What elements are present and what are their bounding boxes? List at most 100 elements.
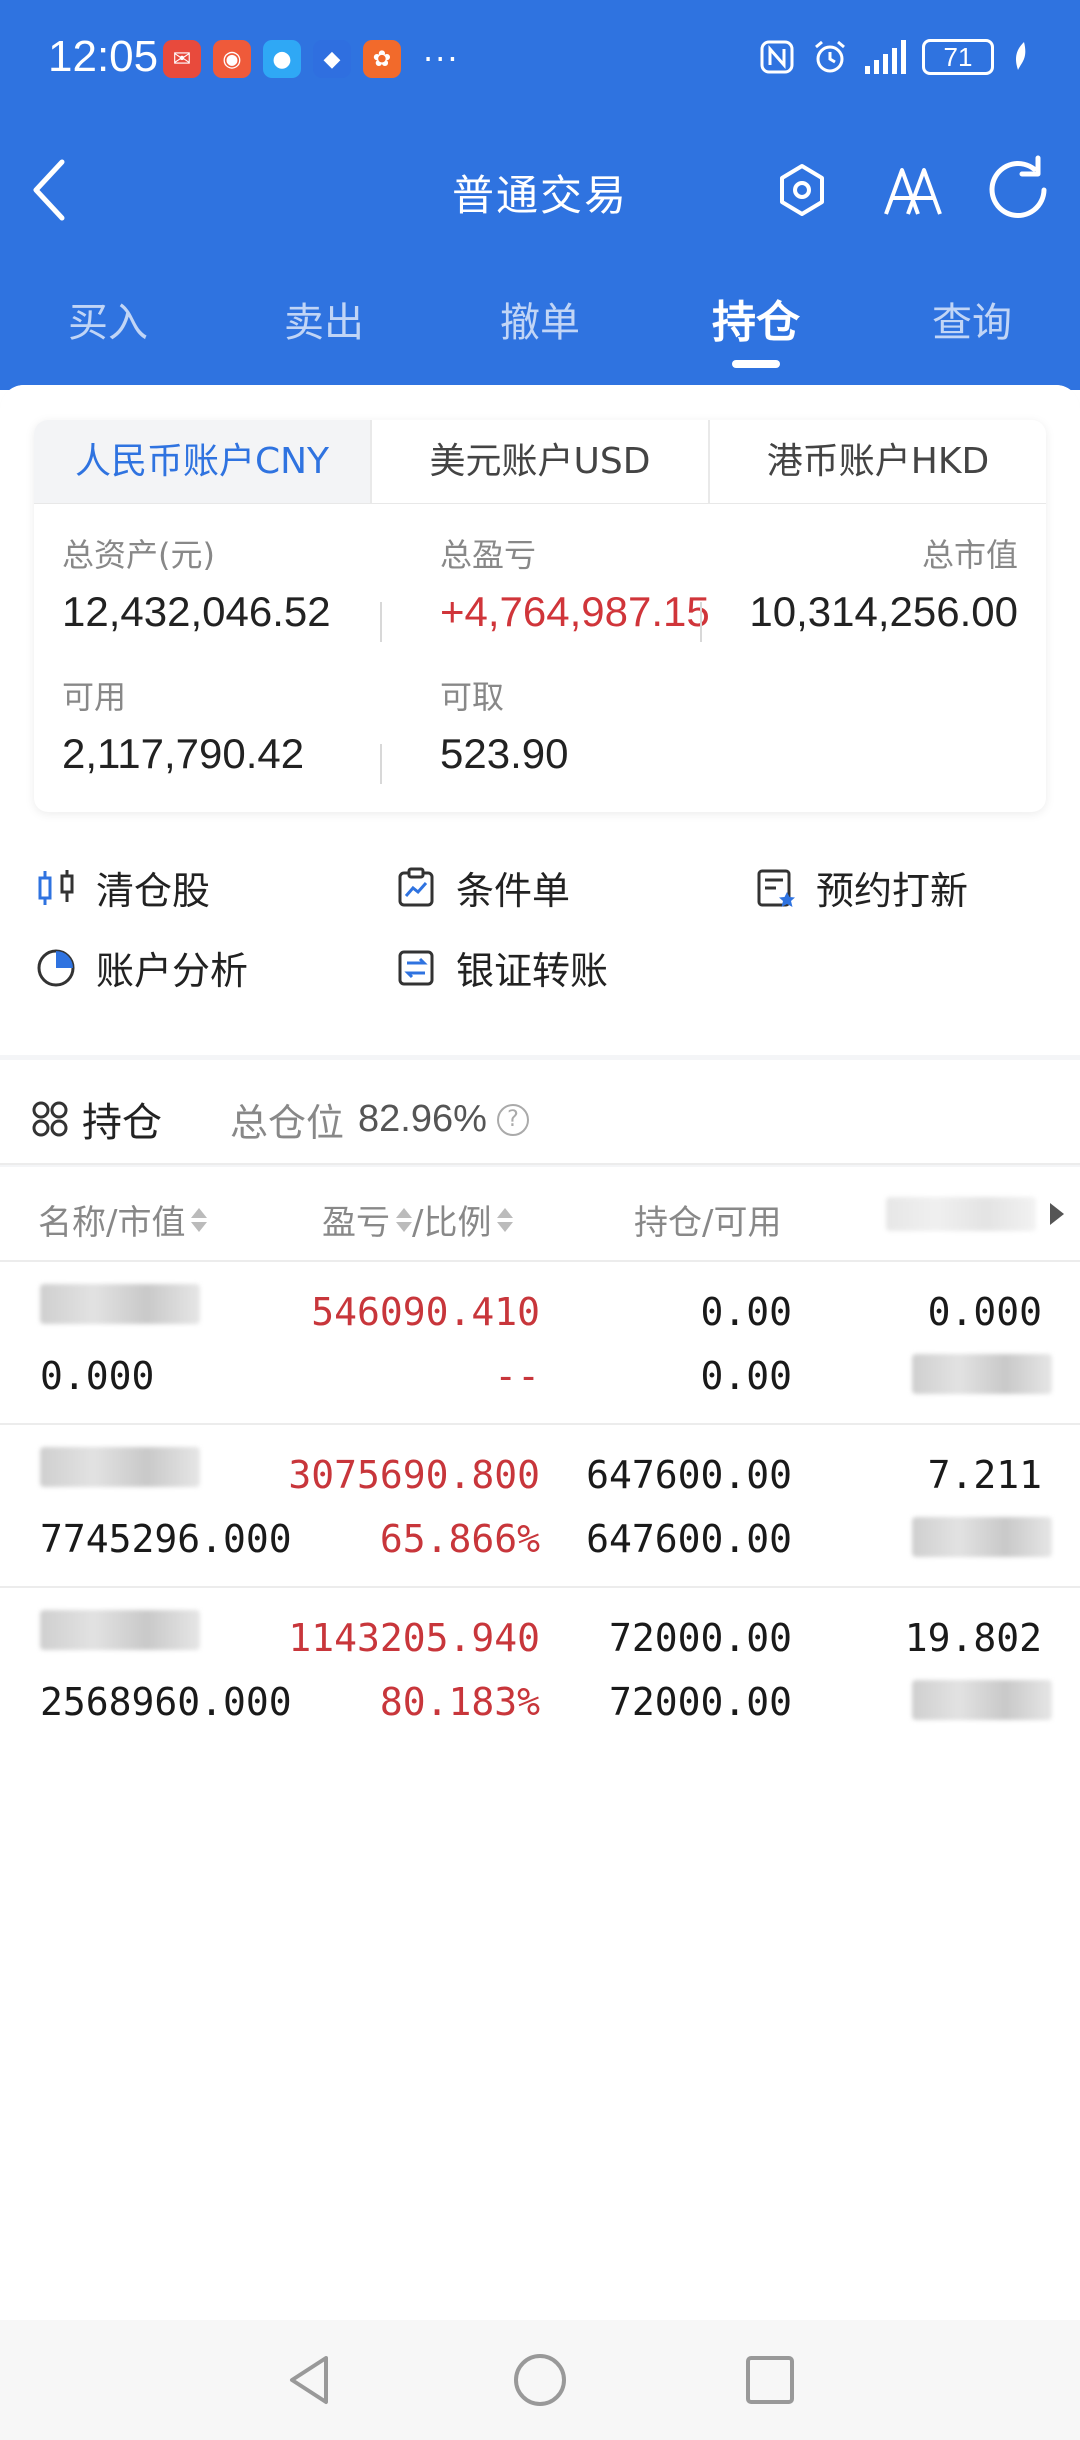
tab-holdings[interactable]: 持仓 bbox=[648, 270, 864, 380]
conditional-order-label: 条件单 bbox=[456, 869, 571, 913]
refresh-icon[interactable] bbox=[978, 150, 1058, 230]
total-pnl-value: +4,764,987.15 bbox=[440, 588, 710, 635]
withdrawable-funds: 可取 523.90 bbox=[440, 672, 568, 778]
tab-query[interactable]: 查询 bbox=[864, 270, 1080, 380]
available-funds: 可用 2,117,790.42 bbox=[62, 672, 304, 778]
column-quantity-label: 持仓/可用 bbox=[634, 1203, 782, 1243]
holding-available: 0.00 bbox=[700, 1354, 792, 1398]
tab-sell[interactable]: 卖出 bbox=[216, 270, 432, 380]
column-name-value[interactable]: 名称/市值 bbox=[38, 1195, 208, 1244]
ipo-subscribe-button[interactable]: 预约打新 bbox=[754, 860, 968, 915]
grid-icon bbox=[32, 1101, 68, 1137]
more-notifications-icon: ··· bbox=[423, 40, 460, 78]
tab-hkd-account[interactable]: 港币账户HKD bbox=[710, 420, 1046, 503]
redacted-stock-name bbox=[40, 1447, 200, 1487]
holding-row[interactable]: 7745296.000 3075690.800 65.866% 647600.0… bbox=[0, 1425, 1080, 1588]
withdrawable-value: 523.90 bbox=[440, 730, 569, 777]
ipo-subscribe-label: 预约打新 bbox=[816, 869, 969, 913]
total-position-value: 82.96% bbox=[358, 1098, 487, 1140]
clear-stock-button[interactable]: 清仓股 bbox=[34, 860, 210, 915]
font-size-icon[interactable] bbox=[872, 150, 952, 230]
market-value: 总市值 10,314,256.00 bbox=[749, 530, 1018, 636]
total-position: 总仓位 82.96% ? bbox=[230, 1092, 529, 1147]
nav-back-icon[interactable] bbox=[280, 2350, 340, 2410]
holding-pnl: 546090.410 bbox=[311, 1290, 540, 1334]
total-assets: 总资产(元) 12,432,046.52 bbox=[62, 530, 331, 636]
clear-stock-label: 清仓股 bbox=[96, 869, 211, 913]
total-pnl-label: 总盈亏 bbox=[440, 536, 537, 574]
redacted-value bbox=[912, 1354, 1052, 1394]
holding-market-value: 7745296.000 bbox=[40, 1517, 292, 1561]
conditional-order-button[interactable]: 条件单 bbox=[394, 860, 570, 915]
currency-tabs: 人民币账户CNY 美元账户USD 港币账户HKD bbox=[34, 420, 1046, 504]
status-time: 12:05 bbox=[48, 32, 159, 81]
column-pnl-label: 盈亏 bbox=[322, 1203, 390, 1243]
holding-row[interactable]: 0.000 546090.410 -- 0.00 0.00 0.000 bbox=[0, 1262, 1080, 1425]
holdings-title-text: 持仓 bbox=[82, 1100, 162, 1146]
holding-ratio: 65.866% bbox=[379, 1517, 540, 1561]
holding-pnl: 3075690.800 bbox=[288, 1453, 540, 1497]
holding-position: 0.00 bbox=[700, 1290, 792, 1334]
alarm-icon bbox=[815, 40, 845, 73]
holding-pnl: 1143205.940 bbox=[288, 1616, 540, 1660]
tab-usd-account[interactable]: 美元账户USD bbox=[372, 420, 710, 503]
candlestick-icon bbox=[38, 869, 74, 905]
holding-row[interactable]: 2568960.000 1143205.940 80.183% 72000.00… bbox=[0, 1588, 1080, 1751]
empty-area bbox=[0, 1730, 1080, 2320]
settings-icon[interactable] bbox=[762, 150, 842, 230]
redacted-value bbox=[912, 1680, 1052, 1720]
account-analysis-label: 账户分析 bbox=[96, 949, 249, 993]
sort-icon bbox=[191, 1207, 208, 1232]
withdrawable-label: 可取 bbox=[440, 678, 505, 716]
app-notification-icon: ◆ bbox=[313, 40, 351, 78]
nav-recents-icon[interactable] bbox=[740, 2350, 800, 2410]
column-name-label: 名称/市值 bbox=[38, 1203, 186, 1243]
redacted-stock-name bbox=[40, 1284, 200, 1324]
app-notification-icon: ◉ bbox=[213, 40, 251, 78]
redacted-value bbox=[912, 1517, 1052, 1557]
sort-icon bbox=[396, 1207, 412, 1232]
signal-icon bbox=[865, 40, 906, 74]
calendar-star-icon bbox=[757, 869, 795, 907]
available-label: 可用 bbox=[62, 678, 127, 716]
notification-icons: ✉ ◉ ● ◆ ✿ ··· bbox=[163, 40, 460, 78]
app-notification-icon: ✉ bbox=[163, 40, 201, 78]
bank-transfer-button[interactable]: 银证转账 bbox=[394, 940, 608, 995]
metrics-row-1: 总资产(元) 12,432,046.52 总盈亏 +4,764,987.15 总… bbox=[34, 530, 1046, 642]
tab-cny-account[interactable]: 人民币账户CNY bbox=[34, 420, 372, 503]
market-value-value: 10,314,256.00 bbox=[749, 588, 1018, 635]
trade-tabs: 买入 卖出 撤单 持仓 查询 bbox=[0, 270, 1080, 380]
total-assets-label: 总资产(元) bbox=[62, 536, 215, 574]
divider bbox=[700, 602, 702, 642]
redacted-column-header bbox=[886, 1197, 1036, 1231]
column-quantity[interactable]: 持仓/可用 bbox=[634, 1195, 781, 1244]
total-assets-value: 12,432,046.52 bbox=[62, 588, 331, 635]
status-bar: 12:05 ✉ ◉ ● ◆ ✿ ··· 71 bbox=[0, 0, 1080, 120]
help-icon[interactable]: ? bbox=[496, 1103, 529, 1136]
scroll-right-icon[interactable] bbox=[1046, 1197, 1068, 1231]
holding-available: 72000.00 bbox=[608, 1680, 792, 1724]
holding-available: 647600.00 bbox=[586, 1517, 792, 1561]
holdings-column-header: 名称/市值 盈亏 /比例 持仓/可用 bbox=[0, 1167, 1080, 1262]
chat-notification-icon: ● bbox=[263, 40, 301, 78]
nav-bar: 普通交易 bbox=[0, 120, 1080, 260]
metrics-row-2: 可用 2,117,790.42 可取 523.90 bbox=[34, 672, 1046, 784]
tab-buy[interactable]: 买入 bbox=[0, 270, 216, 380]
divider bbox=[380, 744, 382, 784]
sort-icon bbox=[497, 1207, 514, 1232]
nav-home-icon[interactable] bbox=[510, 2350, 570, 2410]
tab-cancel-order[interactable]: 撤单 bbox=[432, 270, 648, 380]
account-analysis-button[interactable]: 账户分析 bbox=[34, 940, 248, 995]
pie-chart-icon bbox=[37, 949, 75, 986]
system-nav-bar bbox=[0, 2320, 1080, 2440]
redacted-stock-name bbox=[40, 1610, 200, 1650]
column-pnl-ratio[interactable]: 盈亏 /比例 bbox=[322, 1195, 514, 1244]
holding-price: 7.211 bbox=[927, 1453, 1042, 1497]
holding-position: 72000.00 bbox=[608, 1616, 792, 1660]
holding-market-value: 2568960.000 bbox=[40, 1680, 292, 1724]
holdings-header: 持仓 总仓位 82.96% ? bbox=[0, 1060, 1080, 1165]
divider bbox=[380, 602, 382, 642]
status-right: 71 bbox=[759, 38, 1032, 76]
transfer-icon bbox=[398, 950, 434, 985]
holding-price: 0.000 bbox=[927, 1290, 1042, 1334]
